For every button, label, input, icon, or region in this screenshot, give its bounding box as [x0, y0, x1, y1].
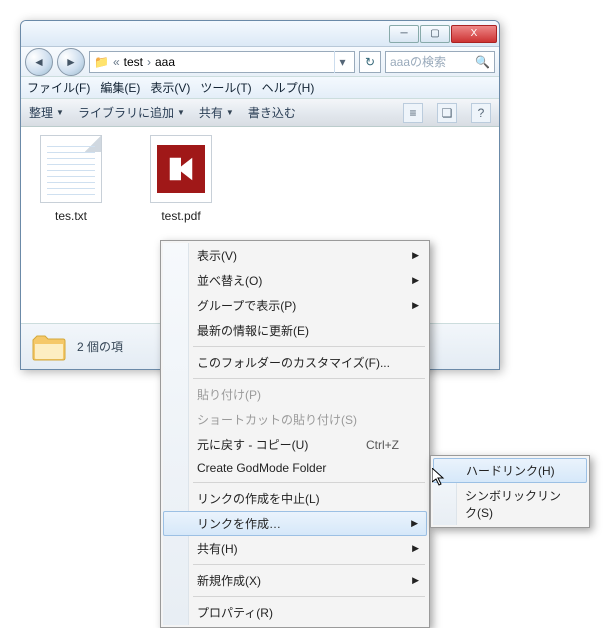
back-button[interactable]: ◄ — [25, 48, 53, 76]
minimize-button[interactable]: ─ — [389, 25, 419, 43]
address-bar[interactable]: 📁 « test › aaa ▾ — [89, 51, 355, 73]
status-text: 2 個の項 — [77, 338, 123, 355]
search-input[interactable]: aaaの検索 🔍 — [385, 51, 495, 73]
close-button[interactable]: X — [451, 25, 497, 43]
path-prefix: « — [113, 55, 120, 69]
file-item[interactable]: tes.txt — [31, 135, 111, 223]
command-bar: 整理▼ ライブラリに追加▼ 共有▼ 書き込む ≡ ❏ ? — [21, 99, 499, 127]
sub-symlink[interactable]: シンボリックリンク(S) — [433, 483, 587, 525]
ctx-view[interactable]: 表示(V)▶ — [163, 243, 427, 268]
ctx-refresh[interactable]: 最新の情報に更新(E) — [163, 318, 427, 343]
ctx-customize[interactable]: このフォルダーのカスタマイズ(F)... — [163, 350, 427, 375]
separator — [193, 346, 425, 347]
separator — [193, 596, 425, 597]
submenu-arrow-icon: ▶ — [412, 250, 419, 261]
add-library-button[interactable]: ライブラリに追加▼ — [78, 104, 185, 121]
ctx-new[interactable]: 新規作成(X)▶ — [163, 568, 427, 593]
ctx-properties[interactable]: プロパティ(R) — [163, 600, 427, 625]
breadcrumb-seg[interactable]: test — [124, 55, 143, 69]
ctx-paste-shortcut: ショートカットの貼り付け(S) — [163, 407, 427, 432]
nav-row: ◄ ► 📁 « test › aaa ▾ ↻ aaaの検索 🔍 — [21, 47, 499, 77]
separator — [193, 482, 425, 483]
forward-button[interactable]: ► — [57, 48, 85, 76]
view-mode-icon[interactable]: ≡ — [403, 103, 423, 123]
address-dropdown[interactable]: ▾ — [334, 51, 350, 73]
create-link-submenu: ハードリンク(H) シンボリックリンク(S) — [430, 455, 590, 528]
context-menu: 表示(V)▶ 並べ替え(O)▶ グループで表示(P)▶ 最新の情報に更新(E) … — [160, 240, 430, 628]
menu-tools[interactable]: ツール(T) — [200, 79, 251, 96]
chevron-right-icon: › — [147, 55, 151, 69]
file-item[interactable]: test.pdf — [141, 135, 221, 223]
file-label: test.pdf — [161, 209, 200, 223]
titlebar: ─ ▢ X — [21, 21, 499, 47]
ctx-undo[interactable]: 元に戻す - コピー(U)Ctrl+Z — [163, 432, 427, 457]
organize-button[interactable]: 整理▼ — [29, 104, 64, 121]
shortcut-text: Ctrl+Z — [366, 438, 399, 452]
ctx-sort[interactable]: 並べ替え(O)▶ — [163, 268, 427, 293]
folder-icon — [31, 332, 67, 362]
maximize-button[interactable]: ▢ — [420, 25, 450, 43]
submenu-arrow-icon: ▶ — [411, 518, 418, 529]
menu-edit[interactable]: 編集(E) — [100, 79, 140, 96]
folder-icon: 📁 — [94, 55, 109, 69]
refresh-button[interactable]: ↻ — [359, 51, 381, 73]
submenu-arrow-icon: ▶ — [412, 543, 419, 554]
ctx-group[interactable]: グループで表示(P)▶ — [163, 293, 427, 318]
menu-view[interactable]: 表示(V) — [150, 79, 190, 96]
menu-bar: ファイル(F) 編集(E) 表示(V) ツール(T) ヘルプ(H) — [21, 77, 499, 99]
burn-button[interactable]: 書き込む — [248, 104, 296, 121]
search-icon: 🔍 — [475, 55, 490, 69]
search-placeholder: aaaの検索 — [390, 53, 446, 70]
ctx-create-link[interactable]: リンクを作成…▶ — [163, 511, 427, 536]
pdf-file-icon — [150, 135, 212, 203]
separator — [193, 564, 425, 565]
file-label: tes.txt — [55, 209, 87, 223]
submenu-arrow-icon: ▶ — [412, 575, 419, 586]
txt-file-icon — [40, 135, 102, 203]
ctx-paste: 貼り付け(P) — [163, 382, 427, 407]
menu-help[interactable]: ヘルプ(H) — [262, 79, 315, 96]
preview-pane-icon[interactable]: ❏ — [437, 103, 457, 123]
submenu-arrow-icon: ▶ — [412, 300, 419, 311]
sub-hardlink[interactable]: ハードリンク(H) — [433, 458, 587, 483]
share-button[interactable]: 共有▼ — [199, 104, 234, 121]
ctx-cancel-link[interactable]: リンクの作成を中止(L) — [163, 486, 427, 511]
ctx-share[interactable]: 共有(H)▶ — [163, 536, 427, 561]
help-icon[interactable]: ? — [471, 103, 491, 123]
ctx-godmode[interactable]: Create GodMode Folder — [163, 457, 427, 479]
menu-file[interactable]: ファイル(F) — [27, 79, 90, 96]
breadcrumb-seg[interactable]: aaa — [155, 55, 175, 69]
separator — [193, 378, 425, 379]
submenu-arrow-icon: ▶ — [412, 275, 419, 286]
